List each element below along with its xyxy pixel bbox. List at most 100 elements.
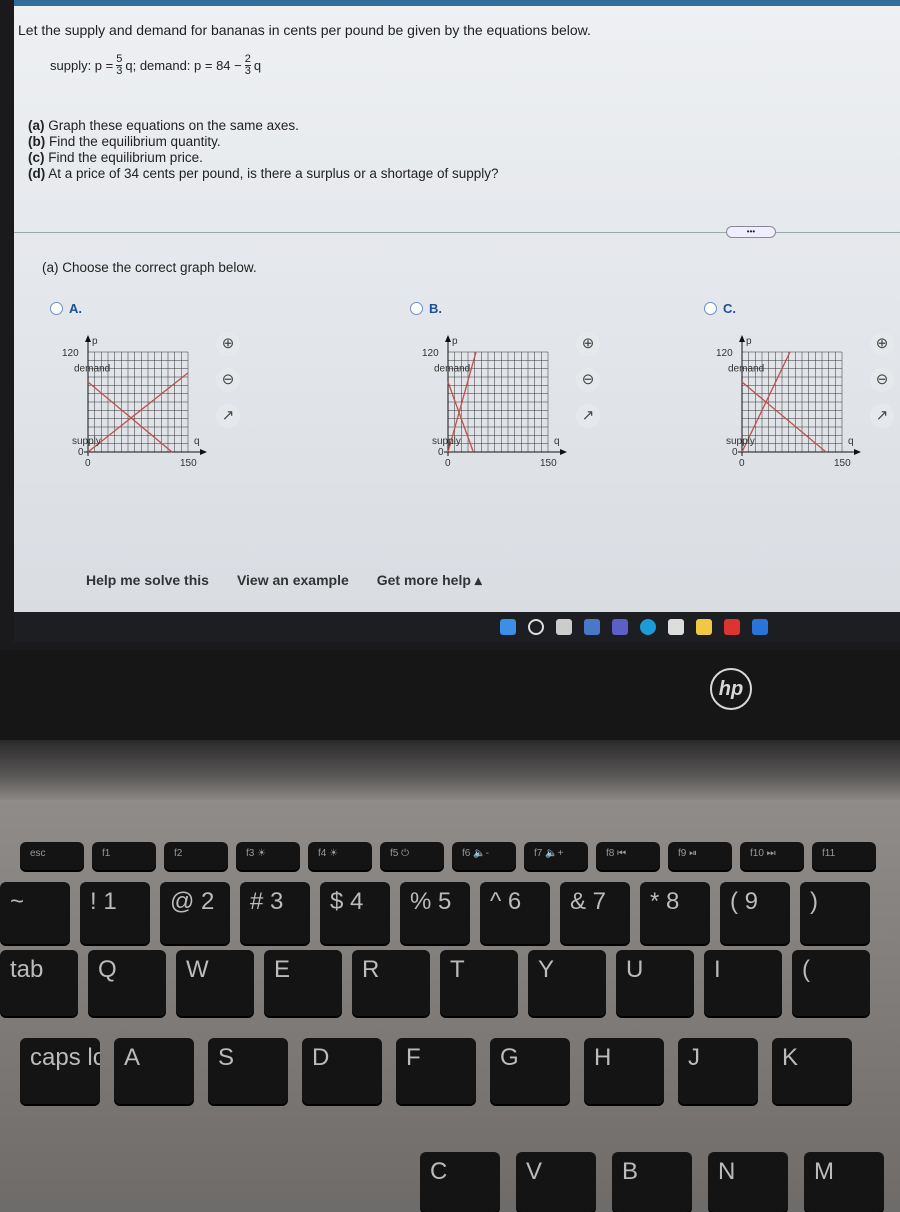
zoom-out-icon[interactable]: ⊖ [870, 368, 894, 392]
help-me-solve-button[interactable]: Help me solve this [86, 572, 209, 589]
top-bar [14, 0, 900, 6]
question-parts: (a) Graph these equations on the same ax… [28, 118, 499, 182]
key[interactable]: f1 [92, 842, 156, 870]
key[interactable]: K [772, 1038, 852, 1104]
key[interactable]: f3 ☀ [236, 842, 300, 870]
zoom-out-icon[interactable]: ⊖ [216, 368, 240, 392]
search-icon[interactable] [528, 619, 544, 635]
zoom-out-icon[interactable]: ⊖ [576, 368, 600, 392]
key[interactable]: f6 🔈- [452, 842, 516, 870]
key[interactable]: $ 4 [320, 882, 390, 944]
key[interactable]: U [616, 950, 694, 1016]
key[interactable]: T [440, 950, 518, 1016]
keyboard: esc f1 f2 f3 ☀ f4 ☀ f5 ⏻ f6 🔈- f7 🔈+ f8 ⏮ f9 ⏯ f10… [0, 800, 900, 1212]
option-c[interactable]: C. p 120 0 0 150 q demand supply ⊕ ⊖ ↗ [704, 301, 894, 472]
key[interactable]: E [264, 950, 342, 1016]
key[interactable]: f8 ⏮ [596, 842, 660, 870]
y-max-label: 120 [716, 348, 733, 359]
key[interactable]: f4 ☀ [308, 842, 372, 870]
key[interactable]: R [352, 950, 430, 1016]
key[interactable]: @ 2 [160, 882, 230, 944]
key[interactable]: f11 [812, 842, 876, 870]
graph-tools: ⊕ ⊖ ↗ [870, 332, 894, 428]
key[interactable]: f9 ⏯ [668, 842, 732, 870]
file-explorer-icon[interactable] [696, 619, 712, 635]
view-example-button[interactable]: View an example [237, 572, 349, 589]
key[interactable]: ) [800, 882, 870, 944]
homework-page: Let the supply and demand for bananas in… [14, 0, 900, 612]
key[interactable]: S [208, 1038, 288, 1104]
key[interactable]: Q [88, 950, 166, 1016]
key[interactable]: f7 🔈+ [524, 842, 588, 870]
key[interactable]: esc [20, 842, 84, 870]
x-zero-label: 0 [739, 458, 745, 469]
store-icon[interactable] [668, 619, 684, 635]
key[interactable]: ^ 6 [480, 882, 550, 944]
open-new-window-icon[interactable]: ↗ [576, 404, 600, 428]
laptop-screen: Let the supply and demand for bananas in… [0, 0, 900, 650]
x-max-label: 150 [180, 458, 197, 469]
key[interactable]: M [804, 1152, 884, 1212]
key[interactable]: N [708, 1152, 788, 1212]
key[interactable]: ! 1 [80, 882, 150, 944]
supply-label: supply [72, 436, 101, 447]
windows-start-icon[interactable] [500, 619, 516, 635]
get-more-help-button[interactable]: Get more help ▴ [377, 572, 482, 589]
key[interactable]: caps lock [20, 1038, 100, 1104]
x-arrow [854, 449, 861, 455]
key[interactable]: F [396, 1038, 476, 1104]
app-icon[interactable] [724, 619, 740, 635]
help-links: Help me solve this View an example Get m… [86, 572, 482, 589]
demand-label: demand [728, 364, 764, 375]
key[interactable]: f10 ⏭ [740, 842, 804, 870]
part-d: (d) At a price of 34 cents per pound, is… [28, 166, 499, 181]
key[interactable]: ~ [0, 882, 70, 944]
key[interactable]: J [678, 1038, 758, 1104]
zoom-in-icon[interactable]: ⊕ [576, 332, 600, 356]
edge-icon[interactable] [640, 619, 656, 635]
part-a: (a) Graph these equations on the same ax… [28, 118, 299, 133]
teams-icon[interactable] [612, 619, 628, 635]
laptop-bezel [0, 650, 900, 740]
supply-fraction: 53 [116, 54, 123, 77]
key[interactable]: * 8 [640, 882, 710, 944]
key[interactable]: ( 9 [720, 882, 790, 944]
y-arrow [85, 335, 91, 342]
key[interactable]: C [420, 1152, 500, 1212]
key[interactable]: # 3 [240, 882, 310, 944]
dropbox-icon[interactable] [752, 619, 768, 635]
zoom-in-icon[interactable]: ⊕ [870, 332, 894, 356]
key[interactable]: H [584, 1038, 664, 1104]
key[interactable]: tab [0, 950, 78, 1016]
demand-fraction: 23 [244, 54, 251, 77]
key[interactable]: G [490, 1038, 570, 1104]
key[interactable]: V [516, 1152, 596, 1212]
widgets-icon[interactable] [584, 619, 600, 635]
demand-var: q [253, 58, 262, 73]
x-arrow [560, 449, 567, 455]
key[interactable]: B [612, 1152, 692, 1212]
key[interactable]: ( [792, 950, 870, 1016]
key[interactable]: W [176, 950, 254, 1016]
supply-label: supply [432, 436, 461, 447]
open-new-window-icon[interactable]: ↗ [216, 404, 240, 428]
key[interactable]: A [114, 1038, 194, 1104]
part-b: (b) Find the equilibrium quantity. [28, 134, 221, 149]
graph-tools: ⊕ ⊖ ↗ [216, 332, 240, 428]
denominator: 3 [244, 65, 251, 77]
option-b[interactable]: B. p 120 0 0 150 q demand supply ⊕ ⊖ ↗ [410, 301, 600, 472]
x-max-label: 150 [834, 458, 851, 469]
key[interactable]: f5 ⏻ [380, 842, 444, 870]
zoom-in-icon[interactable]: ⊕ [216, 332, 240, 356]
key[interactable]: D [302, 1038, 382, 1104]
open-new-window-icon[interactable]: ↗ [870, 404, 894, 428]
key[interactable]: Y [528, 950, 606, 1016]
expand-button[interactable]: ••• [726, 226, 776, 238]
key[interactable]: f2 [164, 842, 228, 870]
task-view-icon[interactable] [556, 619, 572, 635]
part-c: (c) Find the equilibrium price. [28, 150, 203, 165]
key[interactable]: I [704, 950, 782, 1016]
option-a[interactable]: A. p 120 0 0 150 q demand supply ⊕ ⊖ ↗ [50, 301, 240, 472]
key[interactable]: % 5 [400, 882, 470, 944]
key[interactable]: & 7 [560, 882, 630, 944]
